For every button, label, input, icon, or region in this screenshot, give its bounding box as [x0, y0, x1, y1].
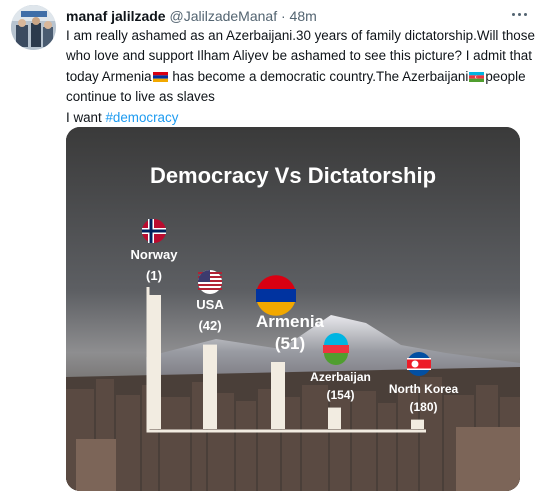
chart-title: Democracy Vs Dictatorship — [150, 163, 436, 188]
azerbaijan-flag-icon — [469, 71, 485, 82]
tweet-text: I am really ashamed as an Azerbaijani.30… — [66, 26, 536, 128]
category-label: Norway — [131, 247, 179, 262]
chart-image: Democracy Vs Dictatorship Norway(1)USA(4… — [66, 127, 520, 491]
bar-north-korea — [411, 419, 424, 429]
category-label: Armenia — [256, 312, 325, 331]
profile-photo — [11, 5, 56, 50]
value-label: (51) — [275, 334, 305, 353]
hashtag-link[interactable]: #democracy — [105, 110, 178, 125]
north-korea-flag-icon — [407, 352, 431, 376]
author-name[interactable]: manaf jalilzade — [66, 8, 166, 24]
category-label: USA — [196, 297, 224, 312]
tweet-text-part4: I want — [66, 109, 106, 125]
value-label: (42) — [198, 318, 221, 333]
avatar[interactable] — [11, 5, 56, 50]
value-label: (1) — [146, 268, 162, 283]
bar-usa — [203, 344, 217, 429]
category-label: North Korea — [389, 382, 459, 396]
timestamp[interactable]: 48m — [290, 8, 317, 24]
category-label: Azerbaijan — [310, 370, 371, 384]
tweet-text-part2: has become a democratic country.The Azer… — [168, 68, 469, 84]
more-dots-icon[interactable] — [509, 6, 531, 22]
value-label: (154) — [326, 388, 354, 402]
bar-azerbaijan — [328, 407, 341, 429]
norway-flag-icon — [142, 219, 166, 243]
tweet-media-image[interactable]: Democracy Vs Dictatorship Norway (1) USA… — [66, 127, 520, 491]
value-label: (180) — [409, 400, 437, 414]
armenia-flag-icon — [256, 275, 296, 316]
tweet-card[interactable]: manaf jalilzade @JalilzadeManaf · 48m I … — [0, 0, 556, 491]
azerbaijan-flag-icon — [323, 333, 349, 365]
bar-armenia — [271, 362, 285, 429]
separator: · — [280, 8, 286, 24]
bar-norway — [147, 295, 161, 429]
usa-flag-icon — [198, 270, 222, 294]
tweet-header: manaf jalilzade @JalilzadeManaf · 48m — [66, 8, 317, 24]
author-handle[interactable]: @JalilzadeManaf — [169, 8, 277, 24]
armenia-flag-icon — [152, 71, 168, 82]
